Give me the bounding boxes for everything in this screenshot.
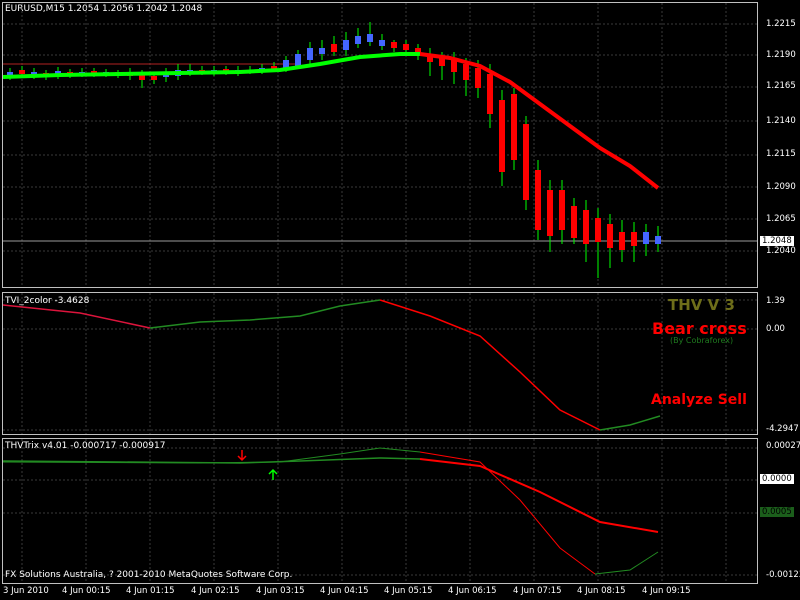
trix-indicator-pane[interactable] xyxy=(2,438,758,584)
candle-body xyxy=(487,74,493,114)
candle-body xyxy=(463,64,469,80)
analyze-sell-label: Analyze Sell xyxy=(651,392,747,408)
price-axis-label: 1.2140 xyxy=(766,116,796,126)
candle-body xyxy=(319,48,325,54)
candle-body xyxy=(655,236,661,244)
thv-subtitle: (By Cobraforex) xyxy=(670,336,734,345)
candle-body xyxy=(559,190,565,230)
trix-zero-badge: 0.0000 xyxy=(760,474,794,484)
price-axis-label: 1.2040 xyxy=(766,246,796,256)
candle-body xyxy=(367,34,373,42)
candle-body xyxy=(595,218,601,242)
price-axis-label: 1.2115 xyxy=(766,149,796,159)
trix-axis-label: -0.00123 xyxy=(766,570,800,580)
candle-body xyxy=(355,36,361,44)
tvi-indicator-pane[interactable] xyxy=(2,292,758,435)
candle-body xyxy=(391,42,397,48)
candle-body xyxy=(619,232,625,250)
trix-axis-label: 0.000278 xyxy=(766,441,800,451)
time-axis-label: 4 Jun 05:15 xyxy=(384,586,433,596)
price-axis-label: 1.2165 xyxy=(766,81,796,91)
candle-body xyxy=(307,48,313,60)
candle-body xyxy=(631,232,637,246)
time-axis-label: 4 Jun 03:15 xyxy=(256,586,305,596)
candle-body xyxy=(475,68,481,88)
time-axis-label: 4 Jun 01:15 xyxy=(126,586,175,596)
candle-body xyxy=(523,124,529,200)
tvi-title: TVI_2color -3.4628 xyxy=(5,296,90,306)
candle-body xyxy=(643,232,649,244)
thv-title: THV V 3 xyxy=(668,296,735,314)
candle-body xyxy=(403,44,409,50)
price-axis-label: 1.2065 xyxy=(766,214,796,224)
candle-body xyxy=(343,40,349,50)
candle-body xyxy=(331,44,337,52)
tvi-axis-label: 0.00 xyxy=(766,324,785,334)
candle-body xyxy=(19,70,25,74)
current-price-badge: 1.2048 xyxy=(760,236,794,246)
time-axis-label: 4 Jun 02:15 xyxy=(191,586,240,596)
moving-average-up xyxy=(2,52,420,79)
candle-body xyxy=(547,190,553,236)
candle-body xyxy=(607,224,613,248)
time-axis-label: 4 Jun 06:15 xyxy=(448,586,497,596)
price-axis-label: 1.2090 xyxy=(766,182,796,192)
candle-body xyxy=(379,40,385,46)
time-axis-label: 3 Jun 2010 xyxy=(3,586,49,596)
tvi-axis-label: -4.2947 xyxy=(766,424,799,434)
tvi-axis-label: 1.39 xyxy=(766,296,785,306)
time-axis-label: 4 Jun 08:15 xyxy=(577,586,626,596)
price-axis-label: 1.2215 xyxy=(766,19,796,29)
candle-body xyxy=(499,100,505,172)
candle-body xyxy=(151,76,157,80)
trix-title: THVTrix v4.01 -0.000717 -0.000917 xyxy=(5,441,166,451)
time-axis-label: 4 Jun 04:15 xyxy=(320,586,369,596)
candle-body xyxy=(295,54,301,66)
candle-body xyxy=(583,210,589,244)
time-axis-label: 4 Jun 09:15 xyxy=(642,586,691,596)
trix-level-badge: 0.0005 xyxy=(760,507,794,517)
candle-body xyxy=(511,94,517,160)
candle-body xyxy=(571,206,577,238)
copyright-text: FX Solutions Australia, ? 2001-2010 Meta… xyxy=(5,570,293,580)
time-axis-label: 4 Jun 07:15 xyxy=(513,586,562,596)
candle-body xyxy=(535,170,541,230)
candle-body xyxy=(139,75,145,80)
time-axis-label: 4 Jun 00:15 xyxy=(62,586,111,596)
price-axis-label: 1.2190 xyxy=(766,50,796,60)
